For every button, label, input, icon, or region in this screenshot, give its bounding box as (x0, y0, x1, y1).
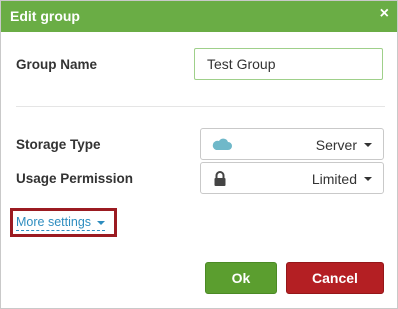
group-name-input[interactable] (194, 48, 383, 80)
ok-button[interactable]: Ok (205, 262, 277, 294)
more-settings-highlight: More settings (10, 208, 117, 237)
divider (16, 106, 385, 107)
usage-permission-select[interactable]: Limited (200, 162, 384, 194)
storage-type-label: Storage Type (16, 137, 101, 152)
chevron-down-icon (97, 220, 106, 225)
dialog-title: Edit group (10, 8, 80, 24)
close-icon[interactable]: × (380, 5, 389, 23)
dialog-titlebar: Edit group × (1, 1, 397, 32)
chevron-down-icon (364, 143, 372, 147)
storage-type-select[interactable]: Server (200, 128, 384, 160)
usage-permission-label: Usage Permission (16, 171, 134, 186)
cloud-icon (211, 137, 233, 156)
chevron-down-icon (364, 177, 372, 181)
storage-type-value: Server (315, 137, 357, 153)
usage-permission-value: Limited (311, 171, 357, 187)
cancel-button[interactable]: Cancel (286, 262, 384, 294)
more-settings-label: More settings (16, 215, 92, 229)
group-name-label: Group Name (16, 57, 98, 72)
edit-group-dialog: Edit group × Group Name Storage Type Ser… (0, 0, 398, 309)
lock-icon (213, 171, 227, 191)
more-settings-link[interactable]: More settings (16, 215, 106, 231)
